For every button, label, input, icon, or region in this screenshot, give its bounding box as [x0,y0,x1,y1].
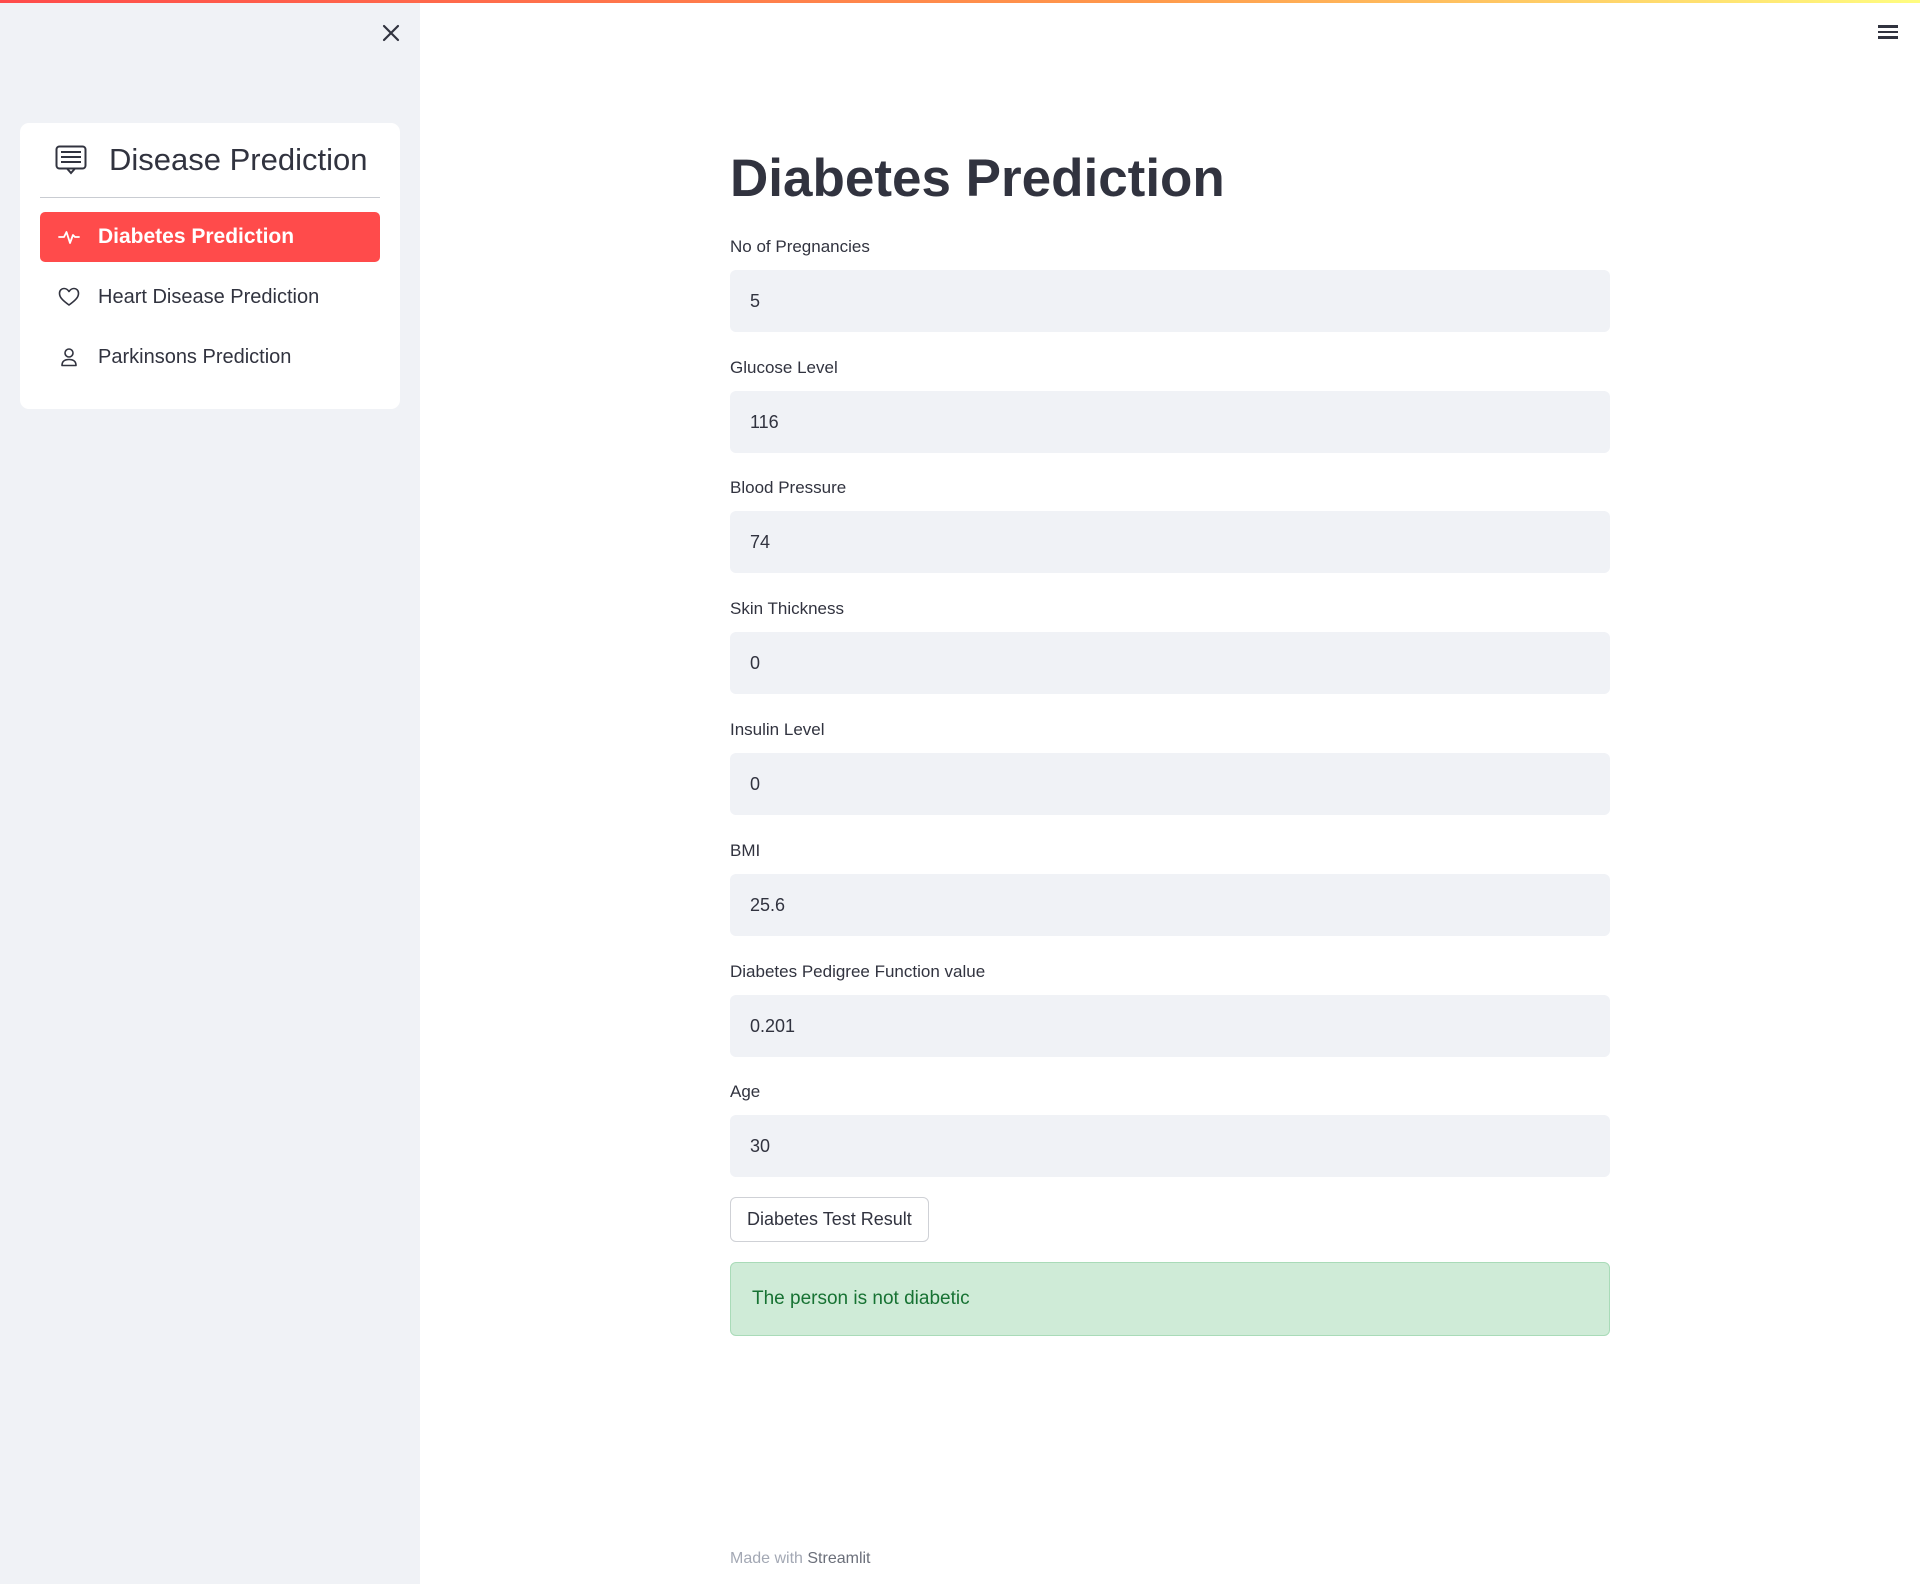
pedigree-label: Diabetes Pedigree Function value [730,962,986,981]
page-title: Diabetes Prediction [730,149,1225,208]
sidebar-item-diabetes-prediction[interactable]: Diabetes Prediction [40,212,380,262]
result-text: The person is not diabetic [752,1288,970,1309]
insulin-label: Insulin Level [730,720,825,739]
age-label: Age [730,1082,761,1101]
sidebar-item-label: Parkinsons Prediction [98,345,292,368]
sidebar-item-heart-disease-prediction[interactable]: Heart Disease Prediction [40,272,380,322]
footer: Made with Streamlit [730,1550,871,1568]
main-menu-button[interactable] [1878,22,1902,42]
glucose-label: Glucose Level [730,358,838,377]
blood-pressure-input[interactable] [730,511,1610,573]
sidebar-item-parkinsons-prediction[interactable]: Parkinsons Prediction [40,332,380,382]
sidebar-item-label: Diabetes Prediction [98,225,295,248]
insulin-input[interactable] [730,753,1610,815]
blood-pressure-label: Blood Pressure [730,478,847,497]
sidebar-item-label: Heart Disease Prediction [98,285,320,308]
pregnancies-label: No of Pregnancies [730,237,870,256]
age-input[interactable] [730,1115,1610,1177]
streamlit-link[interactable]: Streamlit [807,1550,870,1567]
bmi-label: BMI [730,841,761,860]
option-menu: Disease Prediction Diabetes Prediction H… [20,123,400,409]
diabetes-test-result-button[interactable]: Diabetes Test Result [730,1197,929,1242]
pregnancies-input[interactable] [730,270,1610,332]
option-menu-header: Disease Prediction [40,123,380,198]
close-sidebar-button[interactable] [378,20,404,46]
skin-thickness-label: Skin Thickness [730,599,845,618]
skin-thickness-input[interactable] [730,632,1610,694]
option-menu-list: Diabetes Prediction Heart Disease Predic… [40,212,380,382]
bmi-input[interactable] [730,874,1610,936]
activity-icon [58,226,80,248]
close-icon [382,24,400,42]
footer-prefix: Made with [730,1550,803,1567]
pedigree-input[interactable] [730,995,1610,1057]
hamburger-icon [1878,25,1902,39]
heart-icon [58,286,80,308]
glucose-input[interactable] [730,391,1610,453]
top-decoration-bar [0,0,1920,3]
success-alert: The person is not diabetic [730,1262,1610,1336]
person-icon [58,346,80,368]
option-menu-title: Disease Prediction [109,142,368,177]
document-icon [55,145,87,175]
sidebar: Disease Prediction Diabetes Prediction H… [0,0,420,1584]
